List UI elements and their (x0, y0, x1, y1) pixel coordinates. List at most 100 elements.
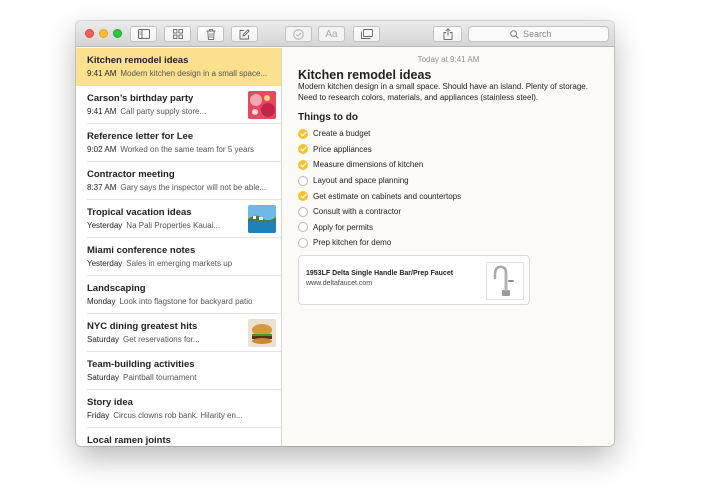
compose-icon (239, 28, 250, 39)
note-title: Story idea (87, 397, 133, 408)
note-heading[interactable]: Kitchen remodel ideas (298, 68, 431, 82)
note-title: Miami conference notes (87, 245, 196, 256)
checklist: Create a budget Price appliances Measure… (298, 126, 461, 251)
note-subtitle: Saturday Get reservations for... (87, 335, 247, 344)
format-button[interactable]: Aa (318, 26, 345, 42)
note-date: Yesterday (87, 221, 123, 230)
note-item-ramen-joints[interactable]: Local ramen joints (76, 428, 281, 446)
note-item-landscaping[interactable]: Landscaping Monday Look into flagstone fo… (76, 276, 281, 314)
note-preview: Na Pali Properties Kauai... (126, 221, 221, 230)
search-input[interactable] (523, 29, 567, 39)
note-item-team-building[interactable]: Team-building activities Saturday Paintba… (76, 352, 281, 390)
note-title: Local ramen joints (87, 435, 171, 446)
note-preview: Call party supply store... (120, 107, 207, 116)
checklist-item: Consult with a contractor (298, 204, 461, 220)
checklist-item: Layout and space planning (298, 173, 461, 189)
note-date: Saturday (87, 335, 120, 344)
note-title: NYC dining greatest hits (87, 321, 198, 332)
toolbar: Aa (76, 21, 614, 47)
checklist-heading[interactable]: Things to do (298, 112, 358, 123)
unchecked-circle-icon[interactable] (298, 237, 308, 248)
note-date: Saturday (87, 373, 120, 382)
note-item-contractor-meeting[interactable]: Contractor meeting 8:37 AM Gary says the … (76, 162, 281, 200)
search-field[interactable] (468, 26, 609, 42)
faucet-image (486, 262, 524, 300)
checked-circle-icon[interactable] (298, 191, 308, 202)
note-subtitle: Yesterday Na Pali Properties Kauai... (87, 221, 247, 230)
checklist-item: Get estimate on cabinets and countertops (298, 188, 461, 204)
note-title: Contractor meeting (87, 169, 175, 180)
note-title: Carson’s birthday party (87, 93, 194, 104)
zoom-window-button[interactable] (113, 29, 122, 38)
search-icon (510, 29, 519, 39)
note-title: Team-building activities (87, 359, 195, 370)
attachments-button[interactable] (353, 26, 380, 42)
note-title: Landscaping (87, 283, 146, 294)
note-preview: Circus clowns rob bank. Hilarity en... (113, 411, 243, 420)
checkmark-circle-icon (293, 28, 304, 40)
note-item-miami-conference[interactable]: Miami conference notes Yesterday Sales in… (76, 238, 281, 276)
checked-circle-icon[interactable] (298, 159, 308, 170)
link-preview-card[interactable]: 1953LF Delta Single Handle Bar/Prep Fauc… (298, 255, 530, 305)
sidebar-toggle-button[interactable] (130, 26, 157, 42)
note-editor[interactable]: Today at 9:41 AM Kitchen remodel ideas M… (283, 48, 614, 446)
note-timestamp: Today at 9:41 AM (417, 55, 480, 64)
close-window-button[interactable] (85, 29, 94, 38)
checklist-item-text[interactable]: Get estimate on cabinets and countertops (313, 192, 461, 201)
checklist-item-text[interactable]: Price appliances (313, 145, 372, 154)
note-preview: Paintball tournament (123, 373, 197, 382)
note-item-story-idea[interactable]: Story idea Friday Circus clowns rob bank.… (76, 390, 281, 428)
notes-list: Kitchen remodel ideas 9:41 AM Modern kitc… (76, 48, 282, 446)
checklist-item-text[interactable]: Consult with a contractor (313, 207, 401, 216)
note-date: 9:41 AM (87, 107, 117, 116)
checklist-item: Measure dimensions of kitchen (298, 157, 461, 173)
gallery-view-button[interactable] (164, 26, 191, 42)
checklist-item-text[interactable]: Prep kitchen for demo (313, 238, 391, 247)
checklist-item-text[interactable]: Create a budget (313, 129, 370, 138)
note-subtitle: Monday Look into flagstone for backyard p… (87, 297, 277, 306)
unchecked-circle-icon[interactable] (298, 206, 308, 217)
note-item-kitchen-remodel[interactable]: Kitchen remodel ideas 9:41 AM Modern kitc… (76, 48, 281, 86)
checklist-item: Apply for permits (298, 220, 461, 236)
note-date: Yesterday (87, 259, 123, 268)
burger-photo-thumbnail (248, 319, 276, 347)
unchecked-circle-icon[interactable] (298, 222, 308, 233)
checklist-item-text[interactable]: Measure dimensions of kitchen (313, 160, 423, 169)
checklist-item-text[interactable]: Apply for permits (313, 223, 373, 232)
new-note-button[interactable] (231, 26, 258, 42)
note-item-tropical-vacation[interactable]: Tropical vacation ideas Yesterday Na Pali… (76, 200, 281, 238)
note-title: Tropical vacation ideas (87, 207, 192, 218)
unchecked-circle-icon[interactable] (298, 175, 308, 186)
note-item-birthday-party[interactable]: Carson’s birthday party 9:41 AM Call part… (76, 86, 281, 124)
checklist-item-text[interactable]: Layout and space planning (313, 176, 409, 185)
note-subtitle: Friday Circus clowns rob bank. Hilarity e… (87, 411, 277, 420)
note-subtitle: 8:37 AM Gary says the inspector will not … (87, 183, 277, 192)
note-subtitle: 9:02 AM Worked on the same team for 5 yea… (87, 145, 277, 154)
note-body[interactable]: Modern kitchen design in a small space. … (298, 82, 608, 103)
note-date: 9:02 AM (87, 145, 117, 154)
link-url: www.deltafaucet.com (306, 280, 373, 287)
note-subtitle: 9:41 AM Modern kitchen design in a small … (87, 69, 277, 78)
party-photo-thumbnail (248, 91, 276, 119)
note-date: Friday (87, 411, 110, 420)
note-date: Monday (87, 297, 116, 306)
trash-icon (206, 28, 215, 40)
minimize-window-button[interactable] (99, 29, 108, 38)
checked-circle-icon[interactable] (298, 128, 308, 139)
share-button[interactable] (433, 26, 462, 42)
note-item-reference-letter[interactable]: Reference letter for Lee 9:02 AM Worked o… (76, 124, 281, 162)
checklist-button[interactable] (285, 26, 312, 42)
window-icon (360, 29, 373, 39)
note-subtitle: 9:41 AM Call party supply store... (87, 107, 247, 116)
sidebar-icon (137, 29, 150, 39)
notes-window: Aa Kitchen remodel ideas 9:41 AMModern k… (76, 21, 614, 446)
note-item-nyc-dining[interactable]: NYC dining greatest hits Saturday Get res… (76, 314, 281, 352)
note-title: Reference letter for Lee (87, 131, 194, 142)
note-preview: Modern kitchen design in a small space..… (120, 69, 268, 78)
delete-button[interactable] (197, 26, 224, 42)
grid-icon (172, 29, 183, 39)
note-preview: Sales in emerging markets up (126, 259, 233, 268)
checked-circle-icon[interactable] (298, 144, 308, 155)
note-preview: Look into flagstone for backyard patio (119, 297, 253, 306)
beach-photo-thumbnail (248, 205, 276, 233)
